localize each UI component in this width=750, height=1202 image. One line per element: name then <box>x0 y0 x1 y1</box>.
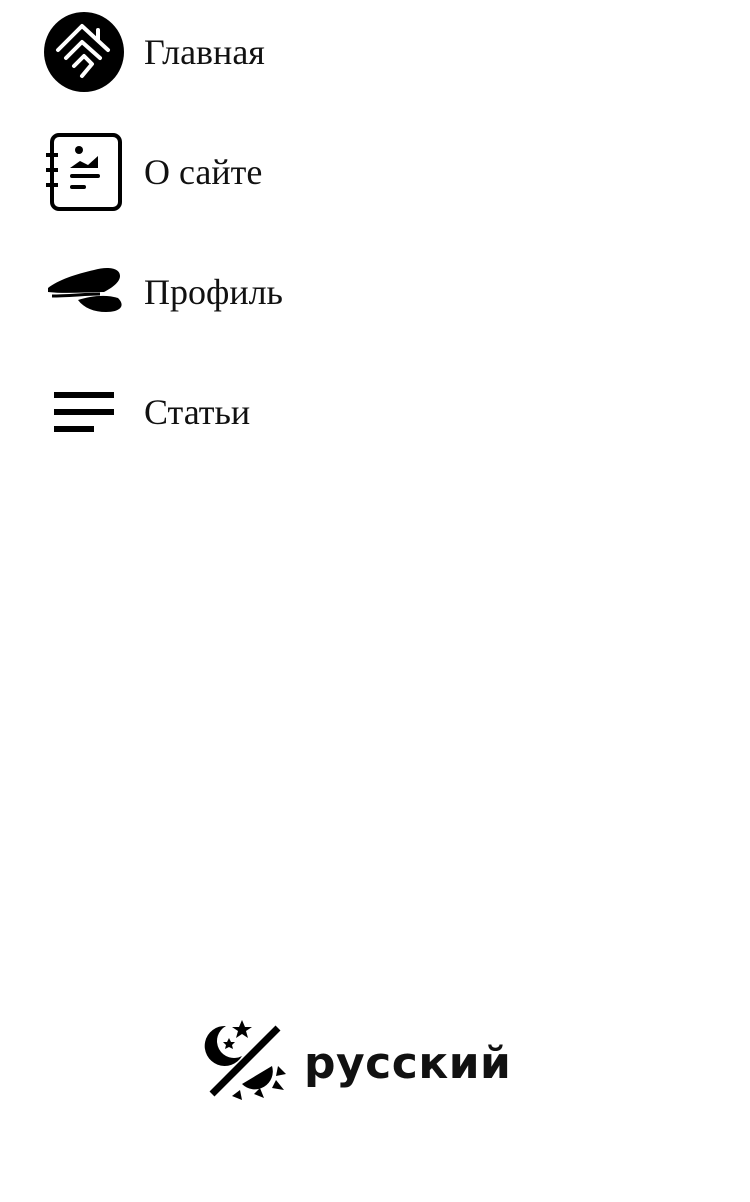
nav-item-about[interactable]: О сайте <box>40 128 262 216</box>
nav-item-home[interactable]: Главная <box>40 8 265 96</box>
articles-lines-icon <box>40 368 128 456</box>
language-switcher[interactable]: русский <box>304 1038 511 1089</box>
about-notebook-icon <box>40 128 128 216</box>
nav-item-label: Профиль <box>144 272 283 312</box>
captain-cap-icon <box>40 248 128 336</box>
theme-toggle-button[interactable] <box>200 1018 290 1108</box>
nav-item-articles[interactable]: Статьи <box>40 368 250 456</box>
nav-item-profile[interactable]: Профиль <box>40 248 283 336</box>
nav-item-label: Главная <box>144 32 265 72</box>
theme-toggle-icon <box>202 1018 288 1109</box>
home-icon <box>40 8 128 96</box>
nav-item-label: Статьи <box>144 392 251 432</box>
nav-item-label: О сайте <box>144 152 263 192</box>
footer: русский <box>0 1018 750 1108</box>
